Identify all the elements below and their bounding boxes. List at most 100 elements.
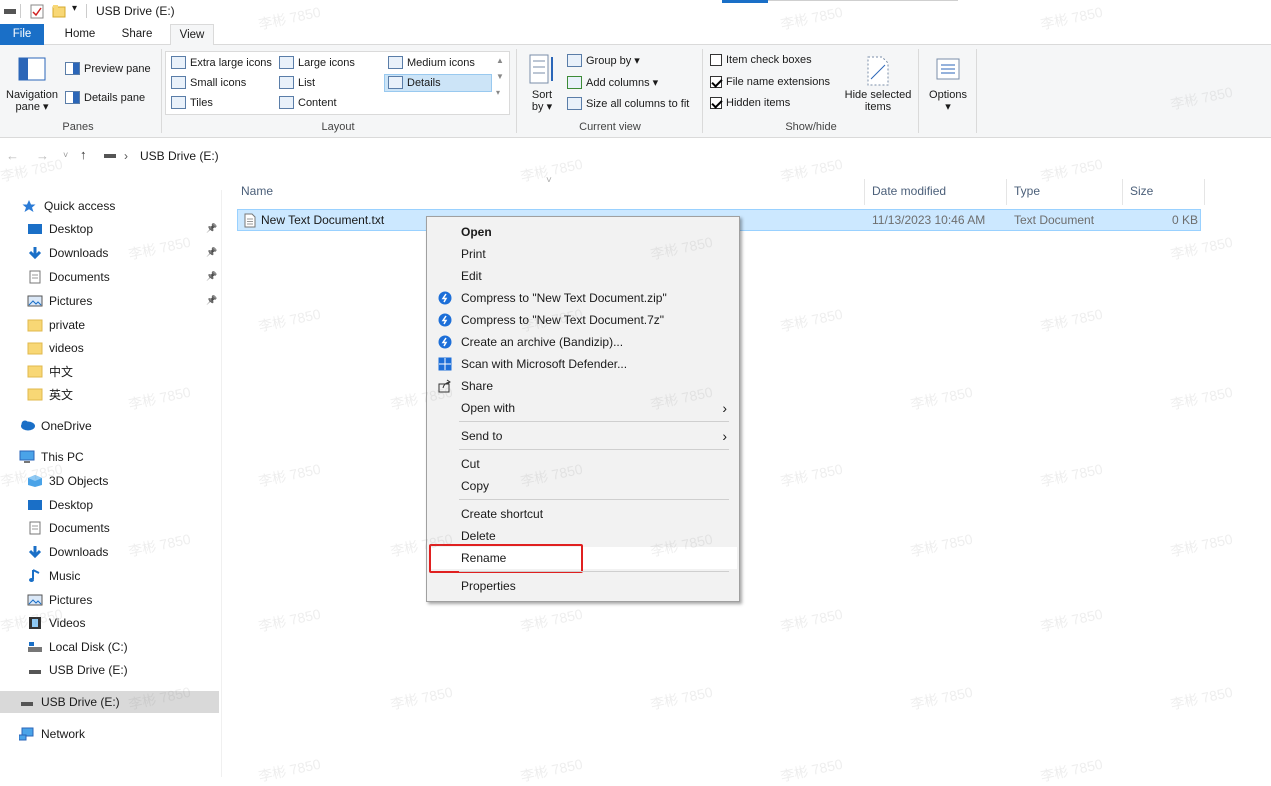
- file-name-extensions-toggle[interactable]: File name extensions: [710, 76, 830, 88]
- nav-quick-access[interactable]: Quick access: [0, 195, 219, 217]
- navigation-pane-icon: [18, 57, 46, 81]
- sidebar-item-quick-access[interactable]: 中文: [0, 360, 219, 382]
- column-header-name[interactable]: Name: [241, 184, 273, 198]
- folder-icon: [27, 318, 43, 332]
- preview-pane-button[interactable]: Preview pane: [65, 62, 151, 75]
- back-arrow-icon[interactable]: ←: [6, 148, 19, 163]
- sidebar-item-this-pc[interactable]: Pictures: [0, 589, 219, 611]
- layout-tiles[interactable]: Tiles: [171, 96, 213, 109]
- hidden-items-checkbox[interactable]: [710, 97, 722, 109]
- sidebar-item-quick-access[interactable]: Documents📌: [0, 266, 219, 288]
- sidebar-item-this-pc[interactable]: Downloads: [0, 541, 219, 563]
- up-arrow-icon[interactable]: ↑: [80, 147, 87, 162]
- sidebar-item-quick-access[interactable]: Pictures📌: [0, 290, 219, 312]
- hidden-items-label: Hidden items: [726, 97, 790, 109]
- pin-icon: 📌: [206, 223, 217, 234]
- layout-extra-large-icons[interactable]: Extra large icons: [171, 56, 272, 69]
- options-button[interactable]: Options ▾: [924, 57, 972, 113]
- menu-item-copy[interactable]: Copy: [429, 475, 737, 497]
- sidebar-item-quick-access[interactable]: Desktop📌: [0, 218, 219, 240]
- tab-home[interactable]: Home: [56, 24, 104, 45]
- add-columns-label: Add columns ▾: [586, 76, 658, 89]
- menu-item-cut[interactable]: Cut: [429, 453, 737, 475]
- menu-item-send-to[interactable]: Send to ›: [429, 425, 737, 447]
- sidebar-item-this-pc[interactable]: Documents: [0, 517, 219, 539]
- hidden-items-toggle[interactable]: Hidden items: [710, 97, 790, 109]
- customize-qa-dropdown-icon[interactable]: ▾: [72, 3, 77, 14]
- menu-item-print[interactable]: Print: [429, 243, 737, 265]
- column-header-type[interactable]: Type: [1014, 184, 1040, 198]
- column-divider[interactable]: [1122, 179, 1123, 205]
- title-bar: ▾ USB Drive (E:): [0, 0, 1271, 24]
- nav-this-pc[interactable]: This PC: [0, 446, 219, 468]
- add-columns-button[interactable]: Add columns ▾: [567, 76, 658, 89]
- recent-locations-chevron-icon[interactable]: ˅: [63, 150, 68, 160]
- address-field[interactable]: › USB Drive (E:): [100, 146, 1271, 168]
- layout-list[interactable]: List: [279, 76, 315, 89]
- menu-item-compress-zip[interactable]: Compress to "New Text Document.zip": [429, 287, 737, 309]
- menu-item-open-with[interactable]: Open with ›: [429, 397, 737, 419]
- sidebar-item-this-pc[interactable]: USB Drive (E:): [0, 659, 219, 681]
- pin-icon: 📌: [206, 295, 217, 306]
- group-separator: [161, 49, 162, 133]
- column-divider[interactable]: [1006, 179, 1007, 205]
- layout-item-label: Large icons: [298, 57, 355, 69]
- size-all-columns-button[interactable]: Size all columns to fit: [567, 97, 689, 110]
- sort-by-button[interactable]: Sort by ▾: [524, 53, 560, 113]
- layout-item-label: Extra large icons: [190, 57, 272, 69]
- menu-item-create-shortcut[interactable]: Create shortcut: [429, 503, 737, 525]
- monitor-icon: [19, 450, 35, 464]
- nav-onedrive[interactable]: OneDrive: [0, 415, 219, 437]
- layout-medium-icons[interactable]: Medium icons: [388, 56, 475, 69]
- sidebar-item-this-pc[interactable]: 3D Objects: [0, 470, 219, 492]
- nav-network[interactable]: Network: [0, 723, 219, 745]
- sidebar-item-this-pc[interactable]: Videos: [0, 612, 219, 634]
- column-header-date-modified[interactable]: Date modified: [872, 184, 946, 198]
- column-header-size[interactable]: Size: [1130, 184, 1153, 198]
- item-check-boxes-toggle[interactable]: Item check boxes: [710, 54, 812, 66]
- layout-content[interactable]: Content: [279, 96, 337, 109]
- sidebar-item-this-pc[interactable]: Local Disk (C:): [0, 636, 219, 658]
- menu-item-properties[interactable]: Properties: [429, 575, 737, 597]
- menu-item-compress-7z[interactable]: Compress to "New Text Document.7z": [429, 309, 737, 331]
- file-list: ˅ Name Date modified Type Size New Text …: [222, 175, 1271, 777]
- hide-selected-items-button[interactable]: Hide selected items: [842, 55, 914, 113]
- local-disk-icon: [27, 640, 43, 654]
- nav-usb-drive-selected[interactable]: USB Drive (E:): [0, 691, 219, 713]
- menu-item-share[interactable]: Share: [429, 375, 737, 397]
- sidebar-item-quick-access[interactable]: private: [0, 314, 219, 336]
- item-check-boxes-checkbox[interactable]: [710, 54, 722, 66]
- nav-label: Network: [41, 727, 85, 741]
- tab-view[interactable]: View: [170, 24, 214, 46]
- new-folder-icon[interactable]: [52, 4, 66, 18]
- drive-icon: [4, 6, 16, 16]
- menu-item-create-archive[interactable]: Create an archive (Bandizip)...: [429, 331, 737, 353]
- sidebar-item-this-pc[interactable]: Music: [0, 565, 219, 587]
- layout-details[interactable]: Details: [388, 76, 441, 89]
- sidebar-item-quick-access[interactable]: 英文: [0, 383, 219, 405]
- menu-item-edit[interactable]: Edit: [429, 265, 737, 287]
- menu-item-open[interactable]: Open: [429, 221, 737, 243]
- sidebar-item-this-pc[interactable]: Desktop: [0, 494, 219, 516]
- tab-share[interactable]: Share: [114, 24, 160, 45]
- nav-label: Documents: [49, 521, 110, 535]
- breadcrumb-usb-drive[interactable]: USB Drive (E:): [140, 149, 219, 163]
- details-pane-button[interactable]: Details pane: [65, 91, 145, 104]
- forward-arrow-icon[interactable]: →: [36, 148, 49, 163]
- properties-icon[interactable]: [30, 4, 44, 19]
- column-divider[interactable]: [1204, 179, 1205, 205]
- menu-item-scan-defender[interactable]: Scan with Microsoft Defender...: [429, 353, 737, 375]
- sidebar-item-quick-access[interactable]: Downloads📌: [0, 242, 219, 264]
- group-by-button[interactable]: Group by ▾: [567, 54, 640, 67]
- file-name-extensions-checkbox[interactable]: [710, 76, 722, 88]
- hide-selected-items-icon: [865, 55, 891, 87]
- tab-file[interactable]: File: [0, 24, 44, 45]
- navigation-pane-button[interactable]: Navigation pane ▾: [4, 57, 60, 113]
- column-divider[interactable]: [864, 179, 865, 205]
- details-icon: [388, 76, 403, 89]
- layout-item-label: Small icons: [190, 77, 246, 89]
- layout-small-icons[interactable]: Small icons: [171, 76, 246, 89]
- sidebar-item-quick-access[interactable]: videos: [0, 337, 219, 359]
- layout-large-icons[interactable]: Large icons: [279, 56, 355, 69]
- layout-scroll-arrows[interactable]: ▲▼▾: [496, 53, 504, 101]
